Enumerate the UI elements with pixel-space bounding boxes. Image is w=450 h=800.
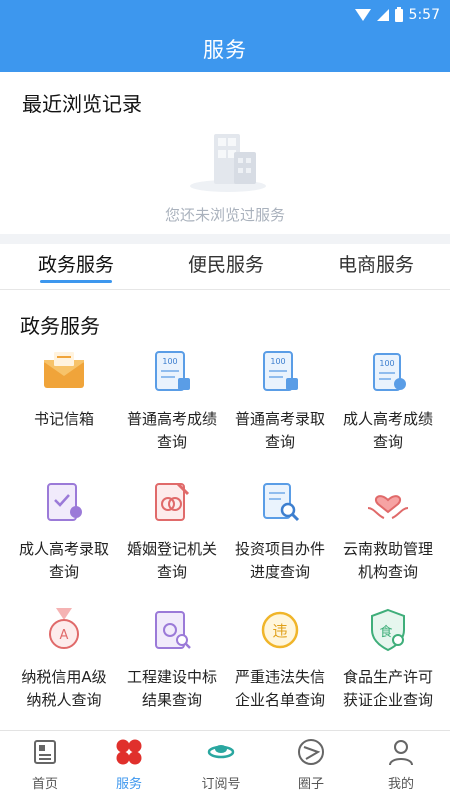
nav-profile[interactable]: 我的 xyxy=(356,737,446,792)
profile-icon xyxy=(389,740,413,766)
food-license-icon: 食 xyxy=(371,608,405,652)
service-label: 婚姻登记机关查询 xyxy=(126,540,217,581)
service-marriage-registry-query[interactable]: 婚姻登记机关查询 xyxy=(116,478,228,584)
circle-icon xyxy=(298,739,324,765)
service-food-license-query[interactable]: 食 食品生产许可获证企业查询 xyxy=(332,606,444,712)
service-label: 云南救助管理机构查询 xyxy=(342,540,433,581)
score-report-icon: 100 xyxy=(155,351,190,391)
service-label: 成人高考录取查询 xyxy=(18,540,109,581)
services-petals-icon xyxy=(116,739,142,765)
nav-subscriptions[interactable]: 订阅号 xyxy=(176,737,266,792)
active-tab-indicator xyxy=(40,280,112,283)
nav-label: 首页 xyxy=(31,777,58,792)
tab-government-services[interactable]: 政务服务 xyxy=(38,250,114,277)
service-investment-progress-query[interactable]: 投资项目办件进度查询 xyxy=(224,478,336,584)
service-construction-bid-query[interactable]: 工程建设中标结果查询 xyxy=(116,606,228,712)
svg-text:食: 食 xyxy=(379,624,392,640)
svg-text:100: 100 xyxy=(270,357,285,366)
svg-text:100: 100 xyxy=(379,359,394,368)
subscription-icon xyxy=(207,745,235,759)
empty-buildings-icon xyxy=(190,134,266,192)
service-tabs: 政务服务 便民服务 电商服务 xyxy=(0,244,450,290)
service-label: 普通高考录取查询 xyxy=(234,410,325,451)
rescue-hands-icon xyxy=(367,495,409,519)
tab-convenience-services[interactable]: 便民服务 xyxy=(188,250,264,277)
empty-recent-text: 您还未浏览过服务 xyxy=(164,206,285,224)
mailbox-icon xyxy=(44,352,84,388)
svg-text:100: 100 xyxy=(162,357,177,366)
service-label: 普通高考成绩查询 xyxy=(126,410,217,451)
service-label: 工程建设中标结果查询 xyxy=(126,668,217,709)
service-label: 成人高考成绩查询 xyxy=(342,410,433,451)
nav-home[interactable]: 首页 xyxy=(0,737,90,792)
adult-score-icon: 100 xyxy=(373,353,406,391)
recent-section-title: 最近浏览记录 xyxy=(22,92,142,116)
status-bar: 5:57 xyxy=(354,6,440,24)
tax-medal-icon: A xyxy=(49,608,79,649)
violation-icon: 违 xyxy=(261,611,299,649)
top-bar: 5:57 服务 xyxy=(0,0,450,72)
service-label: 严重违法失信企业名单查询 xyxy=(234,668,325,709)
newspaper-icon xyxy=(34,740,56,764)
service-illegal-enterprise-query[interactable]: 违 严重违法失信企业名单查询 xyxy=(224,606,336,712)
service-adult-admission-query[interactable]: 成人高考录取查询 xyxy=(8,478,120,584)
tab-ecommerce-services[interactable]: 电商服务 xyxy=(338,250,414,277)
bottom-nav: 首页 服务 订阅号 圈子 我的 xyxy=(0,730,450,800)
svg-text:A: A xyxy=(60,628,69,643)
battery-icon xyxy=(394,6,403,22)
investment-search-icon xyxy=(263,483,300,522)
service-label: 纳税信用A级纳税人查询 xyxy=(21,668,107,709)
service-tax-credit-query[interactable]: A 纳税信用A级纳税人查询 xyxy=(8,606,120,712)
construction-bid-icon xyxy=(155,611,191,649)
nav-label: 圈子 xyxy=(297,777,324,792)
admission-report-icon: 100 xyxy=(263,351,298,391)
section-title: 政务服务 xyxy=(20,314,100,338)
page-title: 服务 xyxy=(203,38,247,62)
signal-icon xyxy=(376,9,389,21)
service-label: 投资项目办件进度查询 xyxy=(234,540,325,581)
status-time: 5:57 xyxy=(408,7,440,23)
adult-admission-icon xyxy=(47,483,82,521)
service-label: 书记信箱 xyxy=(33,410,94,428)
nav-label: 订阅号 xyxy=(201,777,241,792)
marriage-registry-icon xyxy=(155,482,190,521)
service-admission-query[interactable]: 100 普通高考录取查询 xyxy=(224,348,336,454)
nav-label: 我的 xyxy=(387,777,414,792)
nav-services[interactable]: 服务 xyxy=(84,737,174,792)
service-label: 食品生产许可获证企业查询 xyxy=(342,668,433,709)
nav-label: 服务 xyxy=(115,777,142,792)
wifi-icon xyxy=(354,9,371,21)
service-mailbox[interactable]: 书记信箱 xyxy=(8,348,120,431)
nav-circle[interactable]: 圈子 xyxy=(266,737,356,792)
section-divider xyxy=(0,234,450,244)
service-adult-score-query[interactable]: 100 成人高考成绩查询 xyxy=(332,348,444,454)
service-rescue-agency-query[interactable]: 云南救助管理机构查询 xyxy=(332,478,444,584)
svg-text:违: 违 xyxy=(272,622,287,640)
service-score-query[interactable]: 100 普通高考成绩查询 xyxy=(116,348,228,454)
